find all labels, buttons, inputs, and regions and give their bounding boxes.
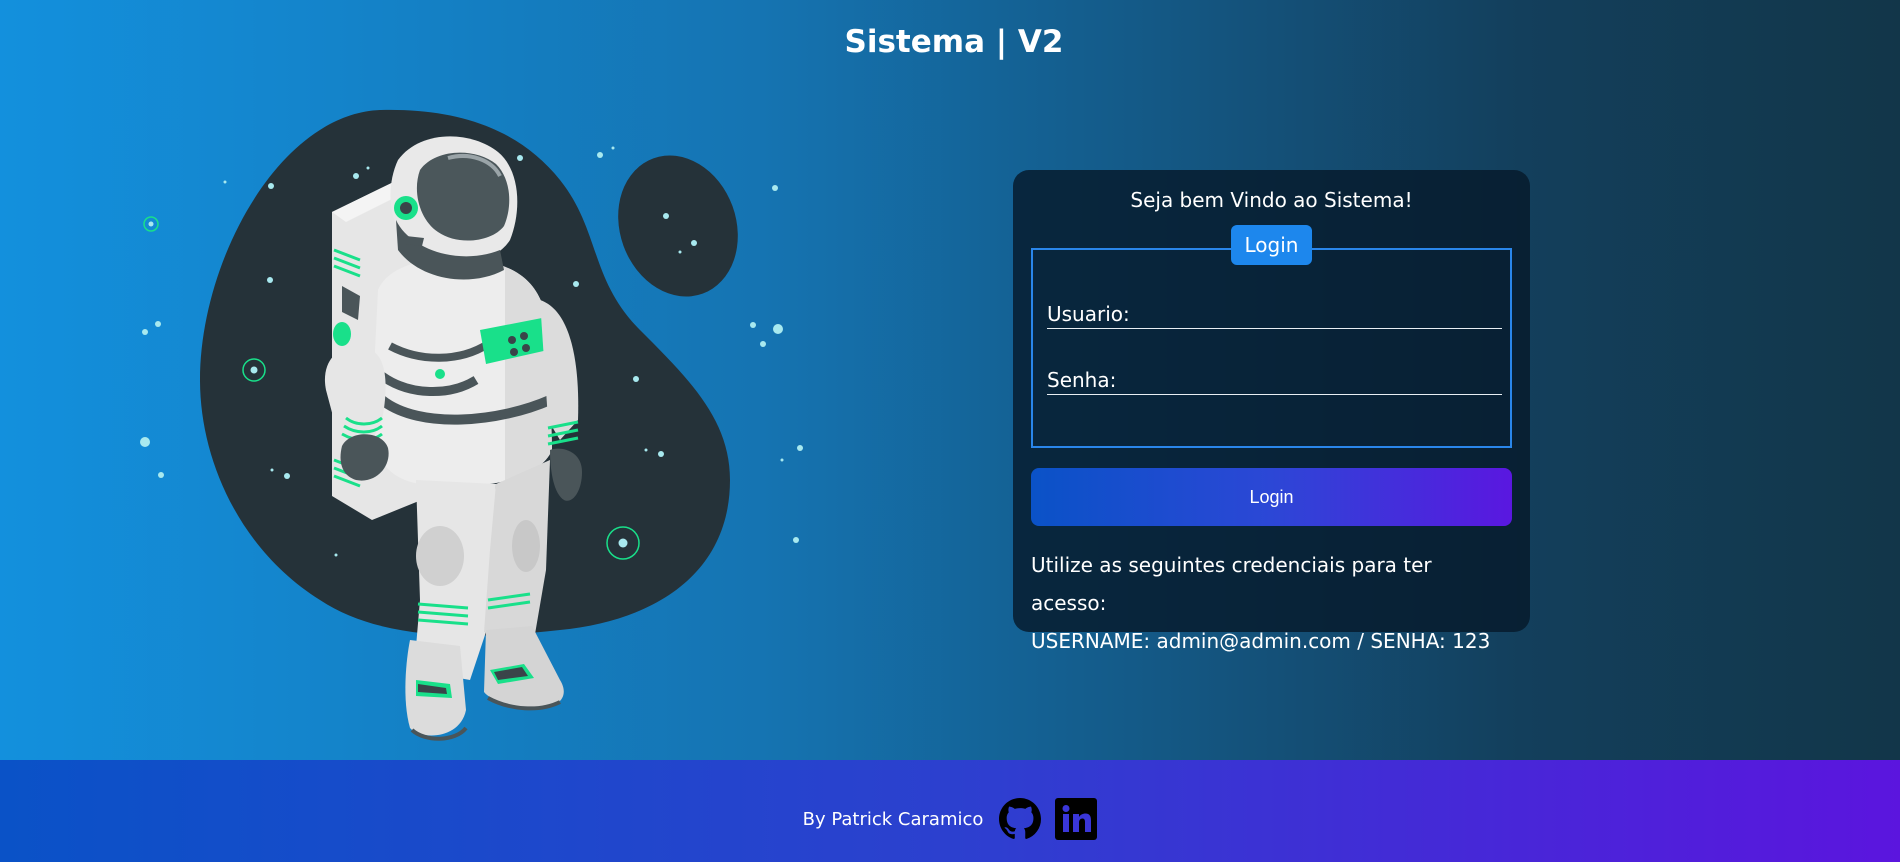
footer: By Patrick Caramico: [0, 760, 1900, 862]
login-card: Seja bem Vindo ao Sistema! Login Usuario…: [1013, 170, 1530, 653]
password-label: Senha:: [1047, 368, 1117, 392]
welcome-message: Seja bem Vindo ao Sistema!: [1130, 188, 1413, 212]
login-legend: Login: [1230, 225, 1313, 265]
footer-credit: By Patrick Caramico: [802, 808, 984, 830]
login-button[interactable]: Login: [1031, 468, 1512, 526]
astronaut-illustration: [140, 109, 803, 741]
login-fieldset: Login Usuario: Senha:: [1031, 225, 1512, 448]
linkedin-icon[interactable]: [1055, 798, 1098, 840]
page-title: Sistema | V2: [844, 24, 1064, 60]
password-field[interactable]: Senha:: [1047, 366, 1502, 395]
github-icon[interactable]: [999, 798, 1042, 840]
username-label: Usuario:: [1047, 302, 1130, 326]
credentials-values: USERNAME: admin@admin.com / SENHA: 123: [1031, 629, 1491, 653]
page: Sistema | V2 Seja bem Vindo ao Sistema! …: [0, 0, 1900, 862]
username-input[interactable]: [1157, 302, 1502, 328]
username-field[interactable]: Usuario:: [1047, 300, 1502, 329]
footer-content: By Patrick Caramico: [0, 798, 1900, 840]
credentials-info: Utilize as seguintes credenciais para te…: [1031, 546, 1512, 660]
password-input[interactable]: [1157, 368, 1502, 394]
credentials-hint: Utilize as seguintes credenciais para te…: [1031, 553, 1432, 615]
